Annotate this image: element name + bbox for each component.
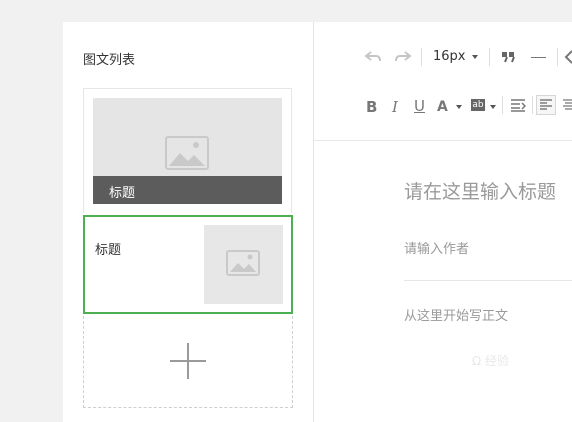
add-article-button[interactable]	[83, 316, 293, 408]
font-color-icon[interactable]: A	[437, 99, 448, 115]
body-editor[interactable]: 从这里开始写正文	[404, 305, 508, 324]
image-placeholder-icon	[165, 136, 209, 170]
article-list-item[interactable]: 标题	[83, 215, 293, 314]
article-list-panel: 图文列表 标题 标题	[63, 22, 313, 422]
author-input[interactable]: 请输入作者	[404, 238, 469, 257]
toolbar-separator	[532, 96, 533, 114]
align-center-icon[interactable]	[563, 99, 572, 111]
bold-icon[interactable]: B	[366, 99, 377, 115]
chevron-down-icon[interactable]	[472, 55, 478, 59]
cover-title-bar: 标题	[93, 176, 282, 204]
toolbar-separator	[502, 96, 503, 114]
toolbar-separator	[421, 48, 422, 66]
plus-icon-vertical	[187, 343, 189, 379]
image-placeholder-icon	[226, 250, 260, 276]
article-list-title: 图文列表	[83, 53, 136, 68]
chevron-down-icon[interactable]	[490, 105, 496, 109]
cover-article-title: 标题	[109, 186, 136, 201]
toolbar-divider	[314, 140, 572, 141]
align-left-icon[interactable]	[536, 95, 556, 115]
background-color-icon[interactable]: ab	[471, 99, 485, 111]
chevron-down-icon[interactable]	[456, 105, 462, 109]
indent-icon[interactable]	[510, 99, 526, 112]
align-left-glyph	[540, 99, 552, 110]
quote-icon[interactable]	[501, 51, 515, 63]
toolbar-separator	[489, 48, 490, 66]
watermark: Ω 经验	[472, 354, 509, 368]
toolbar-separator	[557, 48, 558, 66]
underline-icon[interactable]: U	[414, 98, 425, 114]
editor-panel: 16px B I U A ab 请在这里输入标题 请输入作者 从这里开始写正文	[314, 22, 572, 422]
cover-article-card[interactable]: 标题	[93, 98, 282, 204]
hr-icon[interactable]	[531, 57, 546, 58]
title-input[interactable]: 请在这里输入标题	[404, 177, 556, 204]
italic-icon[interactable]: I	[392, 99, 398, 115]
link-icon[interactable]	[564, 49, 572, 65]
redo-icon[interactable]	[394, 50, 412, 64]
article-thumbnail	[204, 225, 283, 304]
article-item-title: 标题	[95, 243, 122, 258]
undo-icon[interactable]	[364, 50, 382, 64]
font-size-select[interactable]: 16px	[433, 49, 466, 64]
author-divider	[404, 280, 572, 281]
